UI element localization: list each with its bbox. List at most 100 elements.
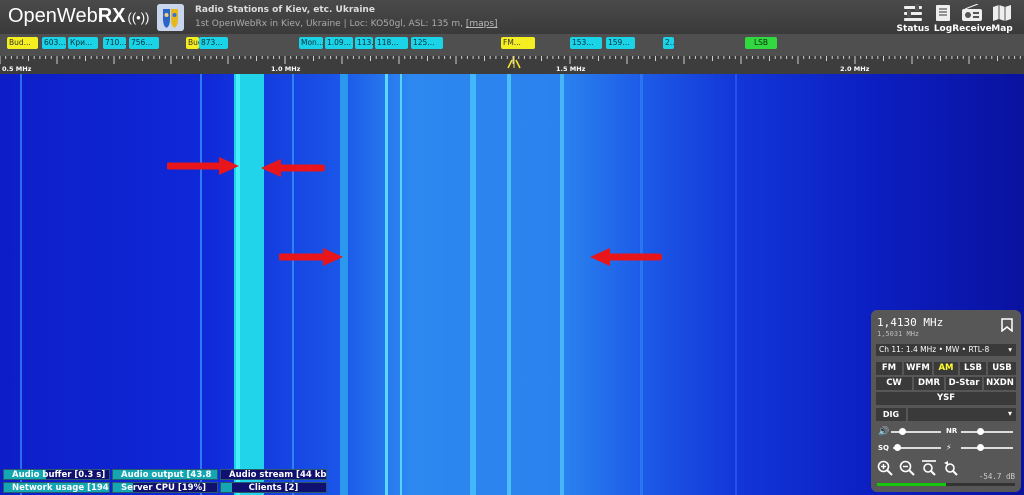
audio-buffer-label: Audio buffer [0.3 s] bbox=[12, 470, 106, 480]
zoom-reset-icon[interactable] bbox=[943, 460, 959, 476]
scale-ticks bbox=[0, 56, 1021, 69]
signal-meter bbox=[877, 483, 1015, 486]
mode-dmr-button[interactable]: DMR bbox=[914, 377, 944, 390]
station-label[interactable]: Mon... bbox=[299, 37, 323, 49]
receiver-title: Radio Stations of Kiev, etc. Ukraine bbox=[195, 5, 375, 15]
network-usage-label: Network usage [194.6 bbox=[12, 483, 110, 493]
profile-select[interactable]: Ch 11: 1.4 MHz • MW • RTL-8 ▾ bbox=[876, 344, 1016, 356]
scale-label: 1.5 MHz bbox=[556, 65, 586, 73]
digital-mode-select[interactable]: ▾ bbox=[908, 408, 1016, 421]
network-usage-bar: Network usage [194.6 bbox=[3, 482, 110, 493]
nr-icon: NR bbox=[946, 427, 958, 435]
station-label[interactable]: 2... bbox=[663, 37, 674, 49]
receiver-avatar bbox=[157, 4, 184, 31]
signal-band bbox=[236, 74, 240, 495]
mode-usb-button[interactable]: USB bbox=[988, 362, 1016, 375]
station-label[interactable]: 118... bbox=[375, 37, 408, 49]
signal-db-reading: -54.7 dB bbox=[978, 472, 1015, 481]
signal-band bbox=[470, 74, 476, 495]
scale-label: 1.0 MHz bbox=[271, 65, 301, 73]
red-arrow-right-icon bbox=[279, 248, 343, 266]
chevron-down-icon: ▾ bbox=[1007, 409, 1012, 418]
volume-icon: 🔊 bbox=[878, 427, 890, 437]
station-label[interactable]: 125... bbox=[411, 37, 443, 49]
squelch-knob[interactable] bbox=[894, 444, 901, 451]
mode-am-button[interactable]: AM bbox=[934, 362, 958, 375]
signal-band bbox=[340, 74, 348, 495]
noise-reduction-slider[interactable] bbox=[961, 431, 1013, 433]
station-label[interactable]: 113... bbox=[355, 37, 373, 49]
mode-dstar-button[interactable]: D-Star bbox=[946, 377, 982, 390]
scale-label: 2.0 MHz bbox=[840, 65, 870, 73]
map-button[interactable]: Map bbox=[979, 4, 1024, 34]
top-bar: OpenWebRX ((•)) Radio Stations of Kiev, e… bbox=[0, 0, 1024, 34]
station-label[interactable]: 756... bbox=[129, 37, 159, 49]
station-label[interactable]: 873... bbox=[199, 37, 228, 49]
frequency-secondary: 1,5031 MHz bbox=[877, 330, 920, 338]
auto-squelch-knob[interactable] bbox=[977, 444, 984, 451]
openwebrx-logo[interactable]: OpenWebRX ((•)) bbox=[8, 5, 149, 28]
maps-link[interactable]: [maps] bbox=[466, 19, 498, 29]
signal-band bbox=[400, 74, 402, 495]
server-cpu-label: Server CPU [19%] bbox=[121, 483, 206, 493]
clients-label: Clients [2] bbox=[248, 483, 299, 493]
red-arrow-left-icon bbox=[590, 248, 662, 266]
station-label[interactable]: Bud... bbox=[186, 37, 199, 49]
station-label[interactable]: 153... bbox=[570, 37, 602, 49]
signal-band bbox=[292, 74, 294, 495]
scale-label: 0.5 MHz bbox=[2, 65, 32, 73]
logo-bold-text: RX bbox=[97, 5, 126, 27]
mode-ysf-button[interactable]: YSF bbox=[876, 392, 1016, 405]
station-label[interactable]: LSB bbox=[745, 37, 777, 49]
station-label[interactable]: Кри... bbox=[68, 37, 98, 49]
station-label[interactable]: 603... bbox=[42, 37, 66, 49]
signal-band bbox=[20, 74, 22, 495]
signal-meter-fill bbox=[877, 483, 946, 486]
receiver-description: 1st OpenWebRx in Kiev, Ukraine | Loc: KO… bbox=[195, 19, 498, 29]
profile-value: Ch 11: 1.4 MHz • MW • RTL-8 bbox=[879, 345, 990, 354]
map-label: Map bbox=[991, 24, 1013, 34]
radio-waves-icon: ((•)) bbox=[127, 10, 150, 25]
auto-squelch-slider[interactable] bbox=[961, 447, 1013, 449]
audio-stream-label: Audio stream [44 kbps] bbox=[229, 470, 327, 480]
red-arrow-right-icon bbox=[167, 157, 239, 175]
signal-band bbox=[507, 74, 511, 495]
bookmark-label-strip: Bud... 603... Кри... 710... 756... Bud..… bbox=[0, 34, 1024, 56]
chevron-down-icon: ▾ bbox=[1008, 345, 1012, 354]
mode-wfm-button[interactable]: WFM bbox=[904, 362, 932, 375]
station-label[interactable]: FM... bbox=[501, 37, 535, 49]
mode-nxdn-button[interactable]: NXDN bbox=[984, 377, 1016, 390]
station-label[interactable]: 1.09... bbox=[325, 37, 353, 49]
zoom-to-fit-icon[interactable] bbox=[921, 460, 937, 476]
noise-reduction-knob[interactable] bbox=[977, 428, 984, 435]
signal-band bbox=[200, 74, 202, 495]
receiver-panel: 1,4130 MHz 1,5031 MHz Ch 11: 1.4 MHz • M… bbox=[871, 310, 1021, 492]
signal-band bbox=[640, 74, 643, 495]
signal-band bbox=[735, 74, 737, 495]
frequency-scale[interactable]: 0.5 MHz 1.0 MHz 1.5 MHz 2.0 MHz bbox=[0, 56, 1024, 74]
zoom-out-icon[interactable] bbox=[899, 460, 915, 476]
squelch-icon: SQ bbox=[878, 444, 889, 452]
mode-cw-button[interactable]: CW bbox=[876, 377, 912, 390]
volume-knob[interactable] bbox=[899, 428, 906, 435]
mode-fm-button[interactable]: FM bbox=[876, 362, 902, 375]
red-arrow-left-icon bbox=[261, 159, 325, 177]
frequency-display[interactable]: 1,4130 MHz bbox=[877, 316, 943, 329]
mode-lsb-button[interactable]: LSB bbox=[960, 362, 986, 375]
mode-dig-button[interactable]: DIG bbox=[876, 408, 906, 421]
auto-squelch-icon: ⚡ bbox=[946, 443, 952, 452]
station-label[interactable]: 710... bbox=[103, 37, 126, 49]
station-label[interactable]: Bud... bbox=[7, 37, 38, 49]
audio-buffer-bar: Audio buffer [0.3 s] bbox=[3, 469, 110, 480]
server-cpu-bar: Server CPU [19%] bbox=[112, 482, 218, 493]
logo-text: OpenWeb bbox=[8, 5, 98, 27]
station-label[interactable]: 159... bbox=[606, 37, 635, 49]
bookmark-icon[interactable] bbox=[1001, 318, 1013, 332]
map-icon bbox=[993, 5, 1011, 21]
audio-output-bar: Audio output [43.8 bbox=[112, 469, 218, 480]
audio-output-label: Audio output [43.8 bbox=[121, 470, 212, 480]
clients-fill bbox=[221, 483, 232, 492]
signal-band bbox=[385, 74, 388, 495]
signal-band bbox=[560, 74, 564, 495]
zoom-in-icon[interactable] bbox=[877, 460, 893, 476]
